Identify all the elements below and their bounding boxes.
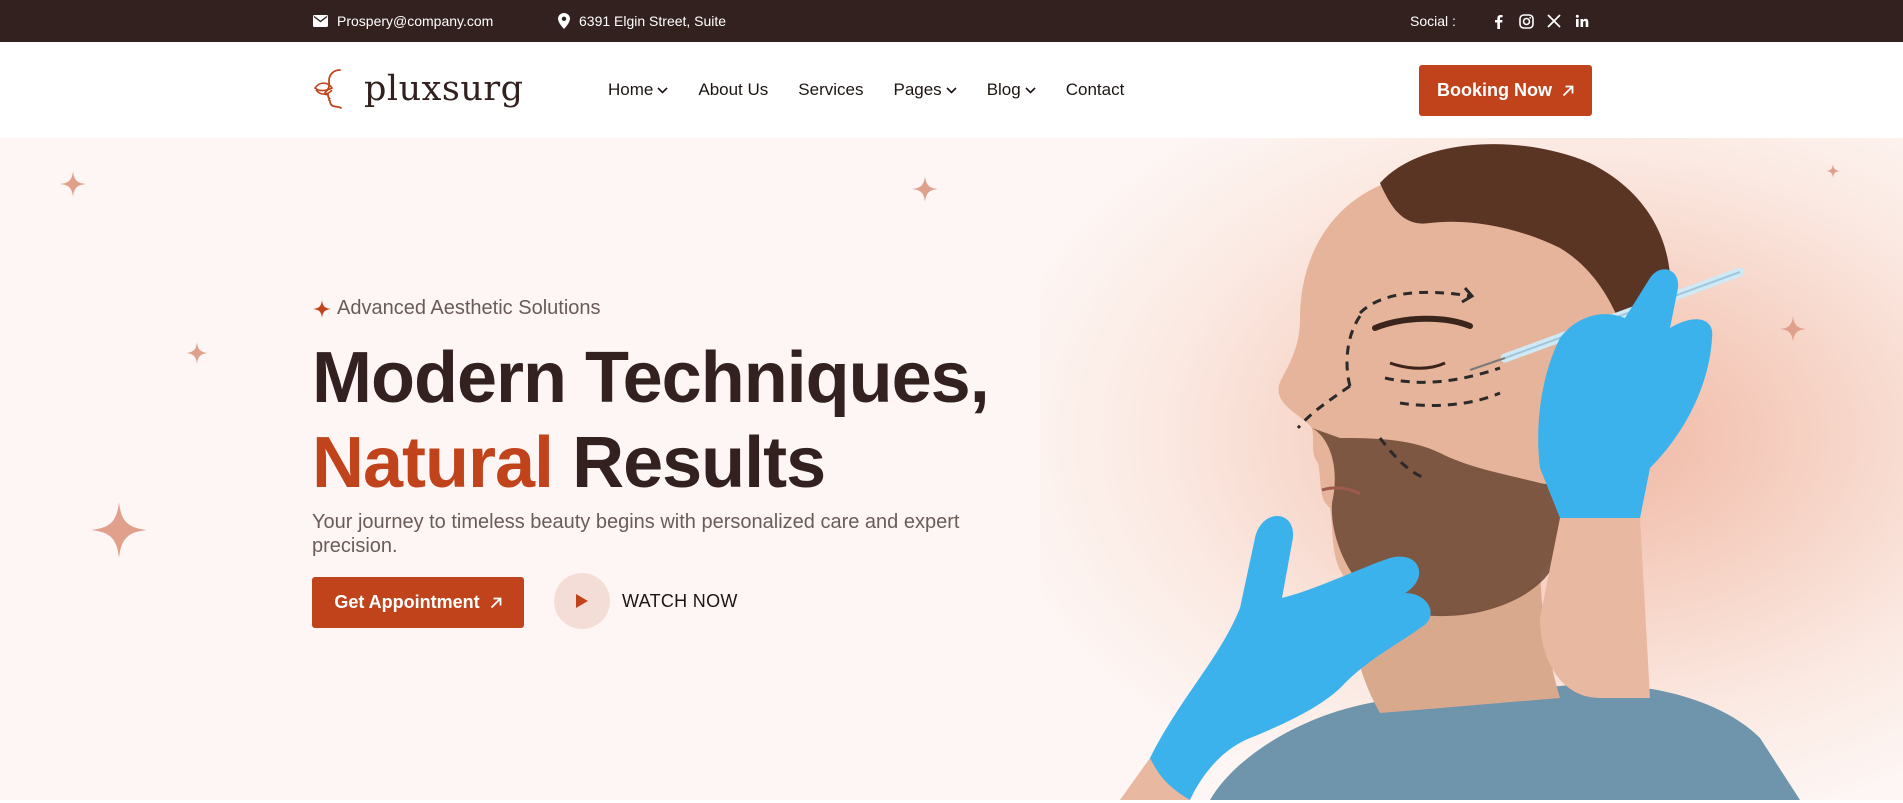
booking-now-button[interactable]: Booking Now (1419, 65, 1592, 116)
sparkle-icon (912, 176, 938, 202)
get-appointment-label: Get Appointment (334, 592, 480, 612)
sparkle-icon (313, 299, 331, 318)
topbar-email[interactable]: Prospery@company.com (313, 0, 493, 42)
arrow-up-right-icon (1562, 85, 1574, 96)
arrow-up-right-icon (490, 597, 502, 608)
nav-item-services[interactable]: Services (798, 80, 863, 100)
nav-item-label: Contact (1065, 80, 1125, 99)
chevron-down-icon (946, 86, 957, 94)
play-button[interactable] (554, 573, 610, 629)
headline-accent-word: Natural (312, 423, 554, 503)
sparkle-icon (186, 342, 208, 364)
topbar-address: 6391 Elgin Street, Suite (558, 0, 726, 42)
headline-rest: Results (572, 423, 826, 503)
nav-item-label: Pages (893, 80, 942, 99)
nav-item-about-us[interactable]: About Us (698, 80, 768, 100)
chevron-down-icon (1025, 86, 1036, 94)
face-logo-icon (313, 69, 342, 109)
booking-now-label: Booking Now (1437, 80, 1552, 100)
watch-now-button[interactable]: WATCH NOW (554, 573, 738, 629)
nav-item-pages[interactable]: Pages (893, 80, 957, 100)
sparkle-icon (60, 171, 86, 197)
nav-item-label: Blog (986, 80, 1021, 99)
linkedin-icon[interactable] (1574, 13, 1590, 29)
hero-tagline: Advanced Aesthetic Solutions (313, 297, 601, 320)
logo-text: pluxsurg (364, 69, 524, 109)
nav-item-contact[interactable]: Contact (1066, 80, 1125, 100)
hero-subtext: Your journey to timeless beauty begins w… (312, 511, 960, 557)
nav-item-blog[interactable]: Blog (987, 80, 1036, 100)
topbar-social-label: Social : (1410, 13, 1456, 29)
facebook-icon[interactable] (1490, 13, 1506, 29)
hero-section: Advanced Aesthetic Solutions Modern Tech… (0, 138, 1903, 800)
play-icon (576, 594, 588, 608)
nav-item-label: About Us (698, 80, 769, 99)
nav-item-home[interactable]: Home (608, 80, 668, 100)
topbar-address-text: 6391 Elgin Street, Suite (579, 13, 727, 29)
mail-icon (313, 15, 328, 27)
hero-portrait-illustration (1120, 144, 1800, 800)
logo[interactable]: pluxsurg (312, 66, 524, 112)
get-appointment-button[interactable]: Get Appointment (312, 577, 524, 628)
nav-item-label: Services (798, 80, 864, 99)
hero-headline: Modern Techniques, Natural Results (312, 336, 990, 506)
chevron-down-icon (657, 86, 668, 94)
top-bar: Prospery@company.com 6391 Elgin Street, … (0, 0, 1903, 42)
topbar-email-text[interactable]: Prospery@company.com (337, 13, 493, 29)
nav-item-label: Home (608, 80, 654, 99)
location-pin-icon (558, 13, 570, 29)
social-icons (1490, 0, 1590, 42)
sparkle-icon (91, 502, 147, 558)
watch-now-label: WATCH NOW (622, 590, 738, 611)
headline-line-1: Modern Techniques, (312, 338, 990, 418)
instagram-icon[interactable] (1518, 13, 1534, 29)
main-nav: Home About Us Services Pages Blog Contac… (608, 42, 1124, 138)
main-header: pluxsurg Home About Us Services Pages Bl… (0, 42, 1903, 138)
x-icon[interactable] (1546, 13, 1562, 29)
hero-tagline-text: Advanced Aesthetic Solutions (337, 297, 601, 319)
